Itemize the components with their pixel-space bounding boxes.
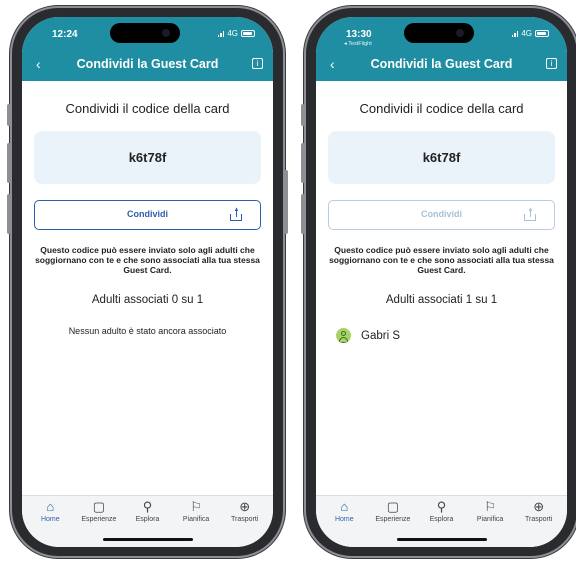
- card-code-box: k6t78f: [34, 131, 261, 184]
- tab-label: Pianifica: [182, 516, 210, 523]
- status-time: 13:30: [346, 29, 372, 40]
- phone-frame-left: 12:24 4G ‹ Condividi la Guest Card i Con…: [7, 8, 288, 556]
- tab-trasporti[interactable]: ⊕ Trasporti: [221, 499, 269, 523]
- home-indicator[interactable]: [396, 538, 487, 541]
- volume-down-button: [7, 194, 11, 234]
- transport-icon: ⊕: [239, 499, 251, 514]
- network-label: 4G: [521, 29, 532, 38]
- signpost-icon: ⚐: [190, 499, 202, 514]
- tab-label: Esperienze: [375, 516, 411, 523]
- mute-switch: [301, 104, 305, 126]
- explore-icon: ⚲: [142, 499, 153, 514]
- share-icon: ▲: [230, 207, 242, 221]
- share-button-label: Condividi: [127, 209, 168, 219]
- page-title: Condividi la Guest Card: [370, 57, 513, 71]
- dynamic-island: [110, 23, 180, 43]
- tab-label: Esplora: [135, 516, 160, 523]
- tab-pianifica[interactable]: ⚐ Pianifica: [466, 499, 514, 523]
- no-adults-message: Nessun adulto è stato ancora associato: [68, 326, 227, 336]
- volume-down-button: [301, 194, 305, 234]
- tab-label: Trasporti: [524, 516, 553, 523]
- tab-esperienze[interactable]: ▢ Esperienze: [75, 499, 123, 523]
- home-icon: ⌂: [340, 499, 349, 514]
- tab-label: Trasporti: [230, 516, 259, 523]
- associated-adults-title: Adulti associati 1 su 1: [385, 294, 498, 306]
- battery-icon: [535, 30, 549, 37]
- share-button[interactable]: Condividi ▲: [34, 200, 261, 230]
- transport-icon: ⊕: [533, 499, 545, 514]
- testflight-back-link[interactable]: ◂ TestFlight: [344, 41, 372, 47]
- signal-icon: [217, 30, 225, 37]
- tab-label: Home: [334, 516, 354, 523]
- tab-pianifica[interactable]: ⚐ Pianifica: [172, 499, 220, 523]
- tab-home[interactable]: ⌂ Home: [26, 499, 74, 523]
- tab-bar: ⌂ Home ▢ Esperienze ⚲ Esplora ⚐ Pianific…: [316, 495, 567, 547]
- share-button-label: Condividi: [421, 209, 462, 219]
- app-header: 12:24 4G ‹ Condividi la Guest Card i: [22, 17, 273, 81]
- signal-icon: [511, 30, 519, 37]
- home-indicator[interactable]: [102, 538, 193, 541]
- info-icon[interactable]: i: [252, 58, 263, 69]
- camera-icon: [162, 29, 170, 37]
- screen: 12:24 4G ‹ Condividi la Guest Card i Con…: [22, 17, 273, 547]
- share-icon: ▲: [524, 207, 536, 221]
- tab-label: Home: [40, 516, 60, 523]
- card-code: k6t78f: [128, 150, 167, 165]
- home-icon: ⌂: [46, 499, 55, 514]
- content-title: Condividi il codice della card: [65, 101, 230, 116]
- volume-up-button: [7, 143, 11, 183]
- tab-esperienze[interactable]: ▢ Esperienze: [369, 499, 417, 523]
- status-indicators: 4G: [217, 29, 255, 38]
- tab-label: Esperienze: [81, 516, 117, 523]
- share-button[interactable]: Condividi ▲: [328, 200, 555, 230]
- share-description: Questo codice può essere inviato solo ag…: [35, 245, 260, 275]
- tab-label: Pianifica: [476, 516, 504, 523]
- tab-esplora[interactable]: ⚲ Esplora: [123, 499, 171, 523]
- dynamic-island: [404, 23, 474, 43]
- card-code-box: k6t78f: [328, 131, 555, 184]
- explore-icon: ⚲: [436, 499, 447, 514]
- associated-adult-item[interactable]: Gabri S: [336, 328, 400, 343]
- ticket-icon: ▢: [386, 499, 400, 514]
- associated-adults-title: Adulti associati 0 su 1: [91, 294, 204, 306]
- tab-home[interactable]: ⌂ Home: [320, 499, 368, 523]
- tab-esplora[interactable]: ⚲ Esplora: [417, 499, 465, 523]
- user-avatar-icon: [336, 328, 351, 343]
- screen: 13:30 ◂ TestFlight 4G ‹ Condividi la Gue…: [316, 17, 567, 547]
- tab-trasporti[interactable]: ⊕ Trasporti: [515, 499, 563, 523]
- phone-frame-right: 13:30 ◂ TestFlight 4G ‹ Condividi la Gue…: [301, 8, 576, 556]
- card-code: k6t78f: [422, 150, 461, 165]
- battery-icon: [241, 30, 255, 37]
- mute-switch: [7, 104, 11, 126]
- info-icon[interactable]: i: [546, 58, 557, 69]
- power-button: [284, 170, 288, 234]
- app-header: 13:30 ◂ TestFlight 4G ‹ Condividi la Gue…: [316, 17, 567, 81]
- status-time: 12:24: [52, 29, 78, 40]
- content-title: Condividi il codice della card: [359, 101, 524, 116]
- signpost-icon: ⚐: [484, 499, 496, 514]
- tab-label: Esplora: [429, 516, 454, 523]
- tab-bar: ⌂ Home ▢ Esperienze ⚲ Esplora ⚐ Pianific…: [22, 495, 273, 547]
- volume-up-button: [301, 143, 305, 183]
- share-description: Questo codice può essere inviato solo ag…: [329, 245, 554, 275]
- network-label: 4G: [227, 29, 238, 38]
- camera-icon: [456, 29, 464, 37]
- status-indicators: 4G: [511, 29, 549, 38]
- page-title: Condividi la Guest Card: [76, 57, 219, 71]
- member-name: Gabri S: [361, 329, 400, 342]
- ticket-icon: ▢: [92, 499, 106, 514]
